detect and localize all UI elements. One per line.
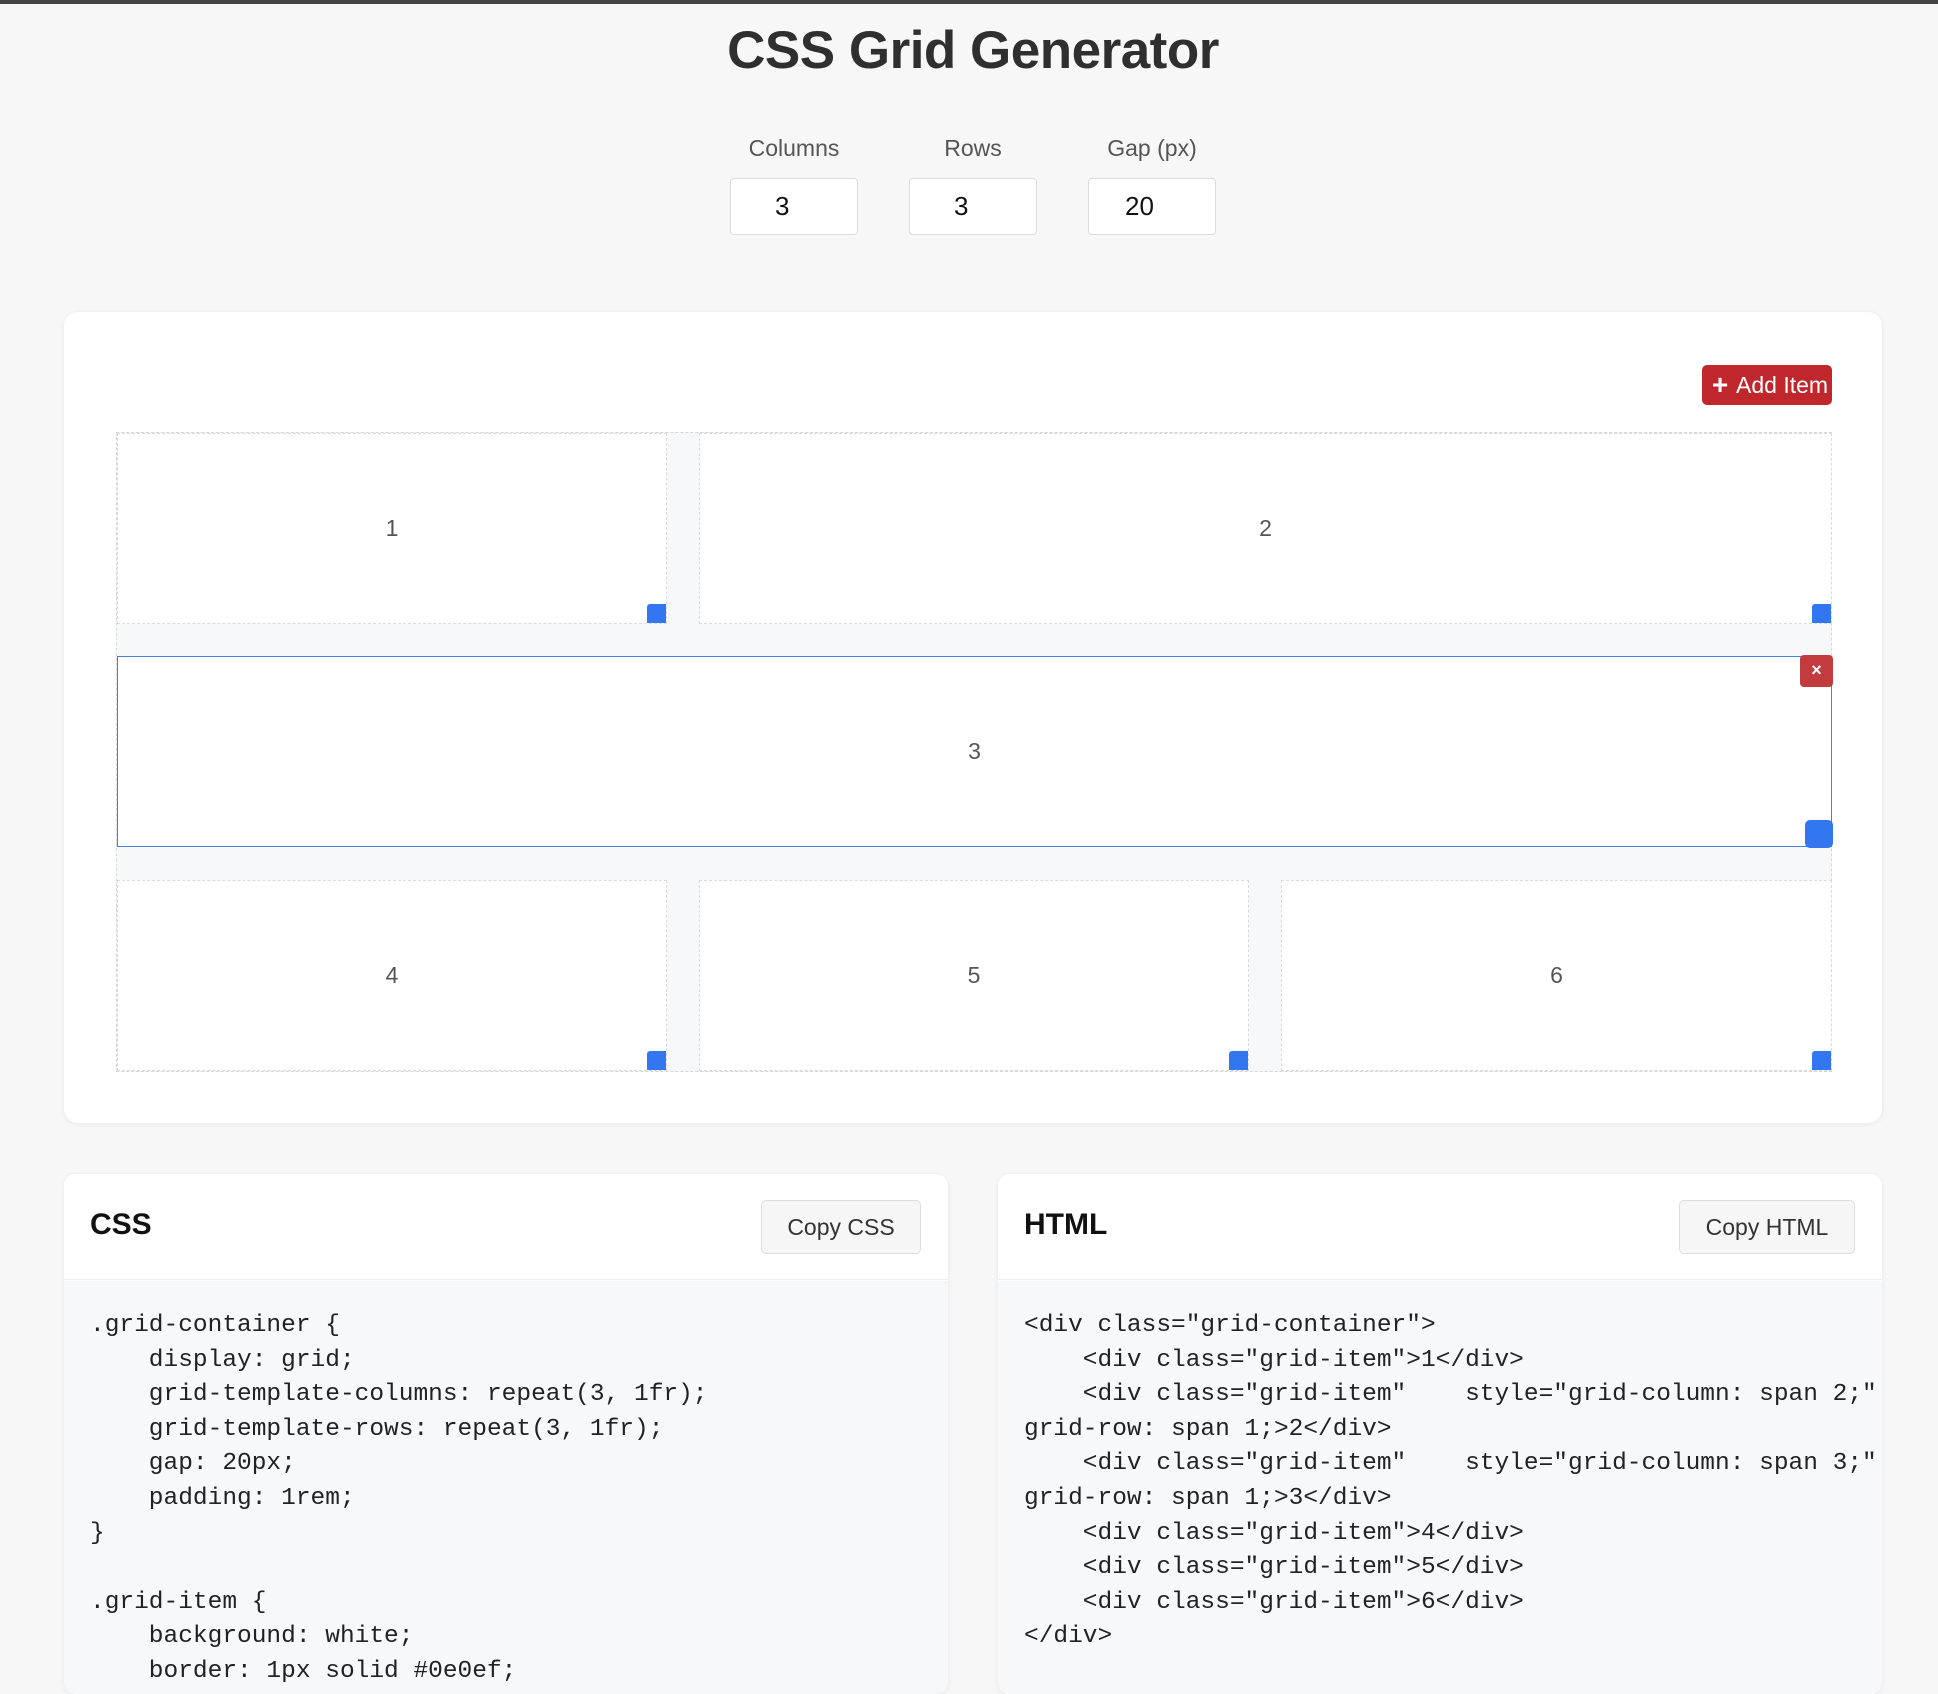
grid-preview: 1 2 3 × 4 5 6 — [116, 432, 1833, 1072]
grid-item-3[interactable]: 3 × — [117, 655, 1833, 848]
grid-item-1[interactable]: 1 — [117, 433, 667, 624]
top-border — [0, 0, 1938, 4]
columns-label: Columns — [748, 135, 840, 161]
copy-css-button[interactable]: Copy CSS — [761, 1200, 921, 1254]
grid-builder-card: + Add Item 1 2 3 × 4 5 6 — [64, 312, 1882, 1123]
grid-item-label: 3 — [968, 738, 981, 764]
remove-item-button[interactable]: × — [1800, 655, 1833, 687]
page: CSS Grid Generator Columns Rows Gap (px)… — [0, 0, 1938, 1694]
add-item-label: Add Item — [1736, 372, 1829, 398]
grid-item-label: 6 — [1550, 962, 1563, 988]
resize-handle[interactable] — [1812, 1051, 1831, 1070]
html-panel-header: HTML Copy HTML — [998, 1174, 1882, 1280]
grid-item-5[interactable]: 5 — [699, 880, 1249, 1071]
gap-control: Gap (px) — [1088, 130, 1216, 235]
css-code-block[interactable]: .grid-container { display: grid; grid-te… — [64, 1281, 948, 1694]
copy-html-button[interactable]: Copy HTML — [1679, 1200, 1855, 1254]
gap-input[interactable] — [1088, 178, 1216, 235]
page-title: CSS Grid Generator — [727, 21, 1219, 80]
resize-handle[interactable] — [1229, 1051, 1248, 1070]
resize-handle[interactable] — [647, 604, 666, 623]
rows-label: Rows — [944, 135, 1002, 161]
rows-control: Rows — [909, 130, 1037, 235]
css-panel-header: CSS Copy CSS — [64, 1174, 948, 1280]
add-item-button[interactable]: + Add Item — [1702, 365, 1832, 405]
css-output-panel: CSS Copy CSS .grid-container { display: … — [64, 1174, 948, 1694]
grid-item-4[interactable]: 4 — [117, 880, 667, 1071]
grid-item-6[interactable]: 6 — [1281, 880, 1832, 1071]
grid-item-2[interactable]: 2 — [699, 433, 1832, 624]
grid-item-label: 2 — [1259, 515, 1272, 541]
plus-icon: + — [1711, 369, 1729, 400]
grid-item-label: 5 — [967, 962, 981, 988]
columns-control: Columns — [730, 130, 858, 235]
css-panel-title: CSS — [90, 1208, 152, 1241]
resize-handle[interactable] — [1805, 820, 1833, 848]
columns-input[interactable] — [730, 178, 858, 235]
gap-label: Gap (px) — [1107, 135, 1197, 161]
resize-handle[interactable] — [647, 1051, 666, 1070]
grid-item-label: 1 — [385, 515, 399, 541]
grid-item-label: 4 — [385, 962, 399, 988]
html-code-block[interactable]: <div class="grid-container"> <div class=… — [998, 1281, 1882, 1694]
rows-input[interactable] — [909, 178, 1037, 235]
html-panel-title: HTML — [1024, 1208, 1108, 1241]
html-output-panel: HTML Copy HTML <div class="grid-containe… — [998, 1174, 1882, 1694]
resize-handle[interactable] — [1812, 604, 1831, 623]
